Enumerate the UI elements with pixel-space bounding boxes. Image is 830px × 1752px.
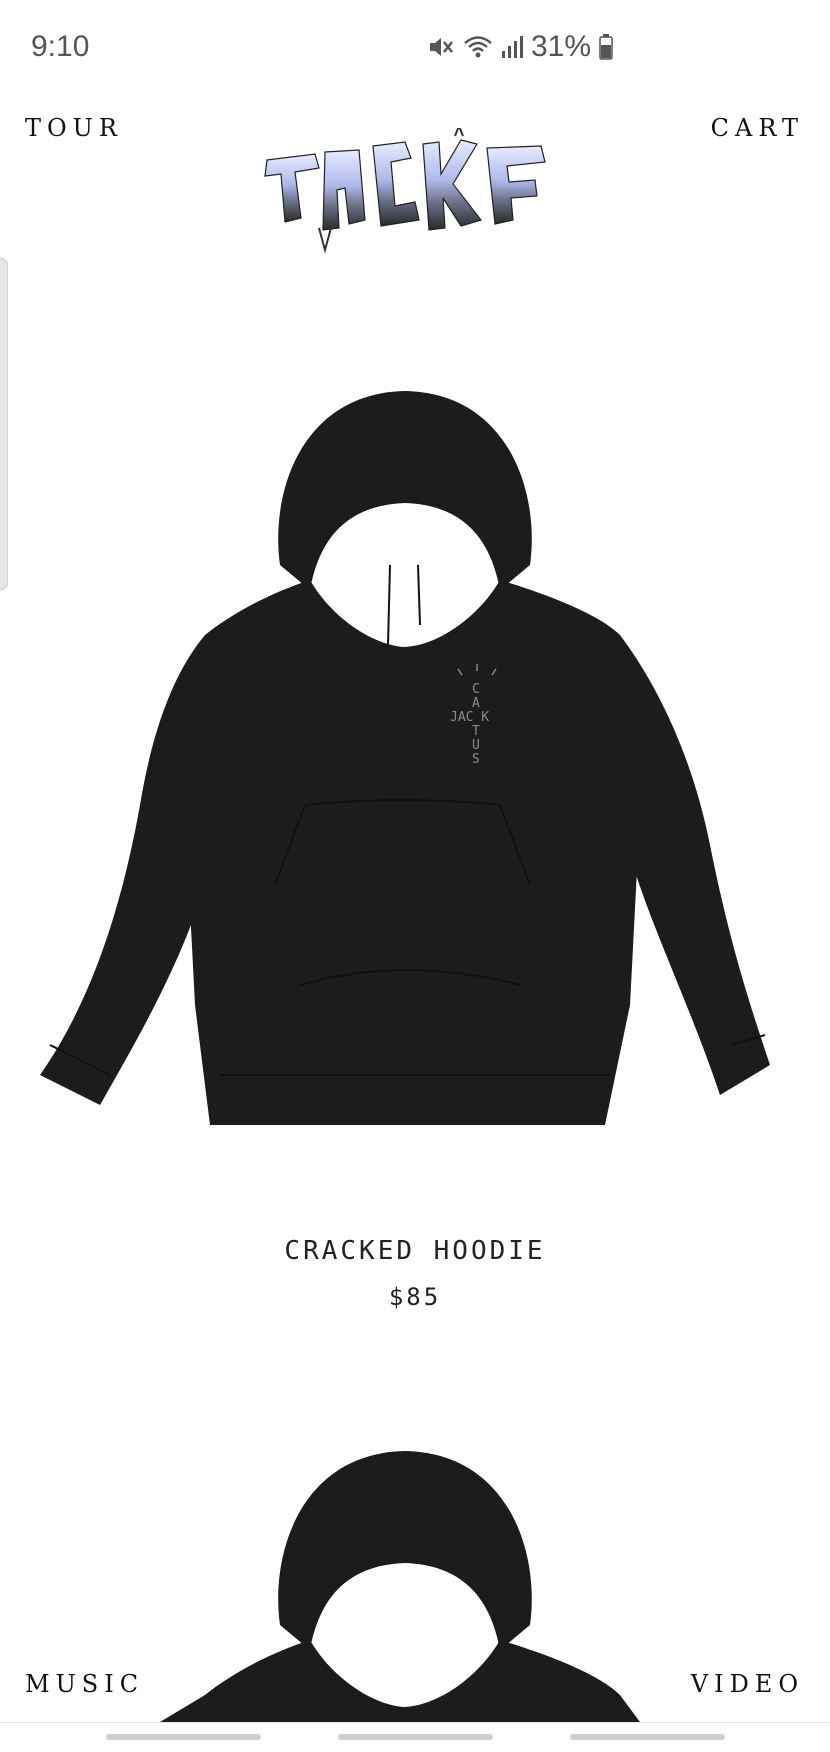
status-icons: 31%	[427, 30, 613, 64]
gesture-bar-center[interactable]	[338, 1734, 493, 1740]
jackboys-logo[interactable]	[255, 123, 555, 258]
nav-tour-link[interactable]: TOUR	[25, 114, 123, 142]
status-bar: 9:10 31%	[0, 0, 830, 100]
product-image-next[interactable]	[30, 1450, 800, 1722]
battery-icon	[599, 34, 613, 60]
mute-icon	[427, 34, 455, 60]
svg-text:A: A	[472, 696, 480, 711]
battery-percent: 31%	[530, 30, 591, 63]
svg-text:T: T	[472, 724, 480, 739]
signal-icon	[501, 35, 523, 59]
svg-text:S: S	[472, 752, 480, 767]
nav-cart-link[interactable]: CART	[711, 114, 804, 142]
gesture-bar-left[interactable]	[106, 1734, 261, 1740]
product-name[interactable]: CRACKED HOODIE	[0, 1236, 830, 1266]
svg-text:JAC K: JAC K	[450, 710, 489, 725]
svg-text:U: U	[472, 738, 480, 753]
svg-text:C: C	[472, 682, 480, 697]
edge-panel-handle[interactable]	[0, 258, 8, 590]
bottom-divider	[0, 1722, 830, 1723]
wifi-icon	[463, 34, 493, 60]
product-image-cracked-hoodie[interactable]: C A JAC K T U S	[30, 385, 800, 1125]
product-price: $85	[388, 1283, 442, 1311]
status-time: 9:10	[31, 30, 90, 63]
nav-music-link[interactable]: MUSIC	[25, 1670, 144, 1698]
nav-video-link[interactable]: VIDEO	[691, 1670, 804, 1698]
gesture-bar-right[interactable]	[570, 1734, 725, 1740]
